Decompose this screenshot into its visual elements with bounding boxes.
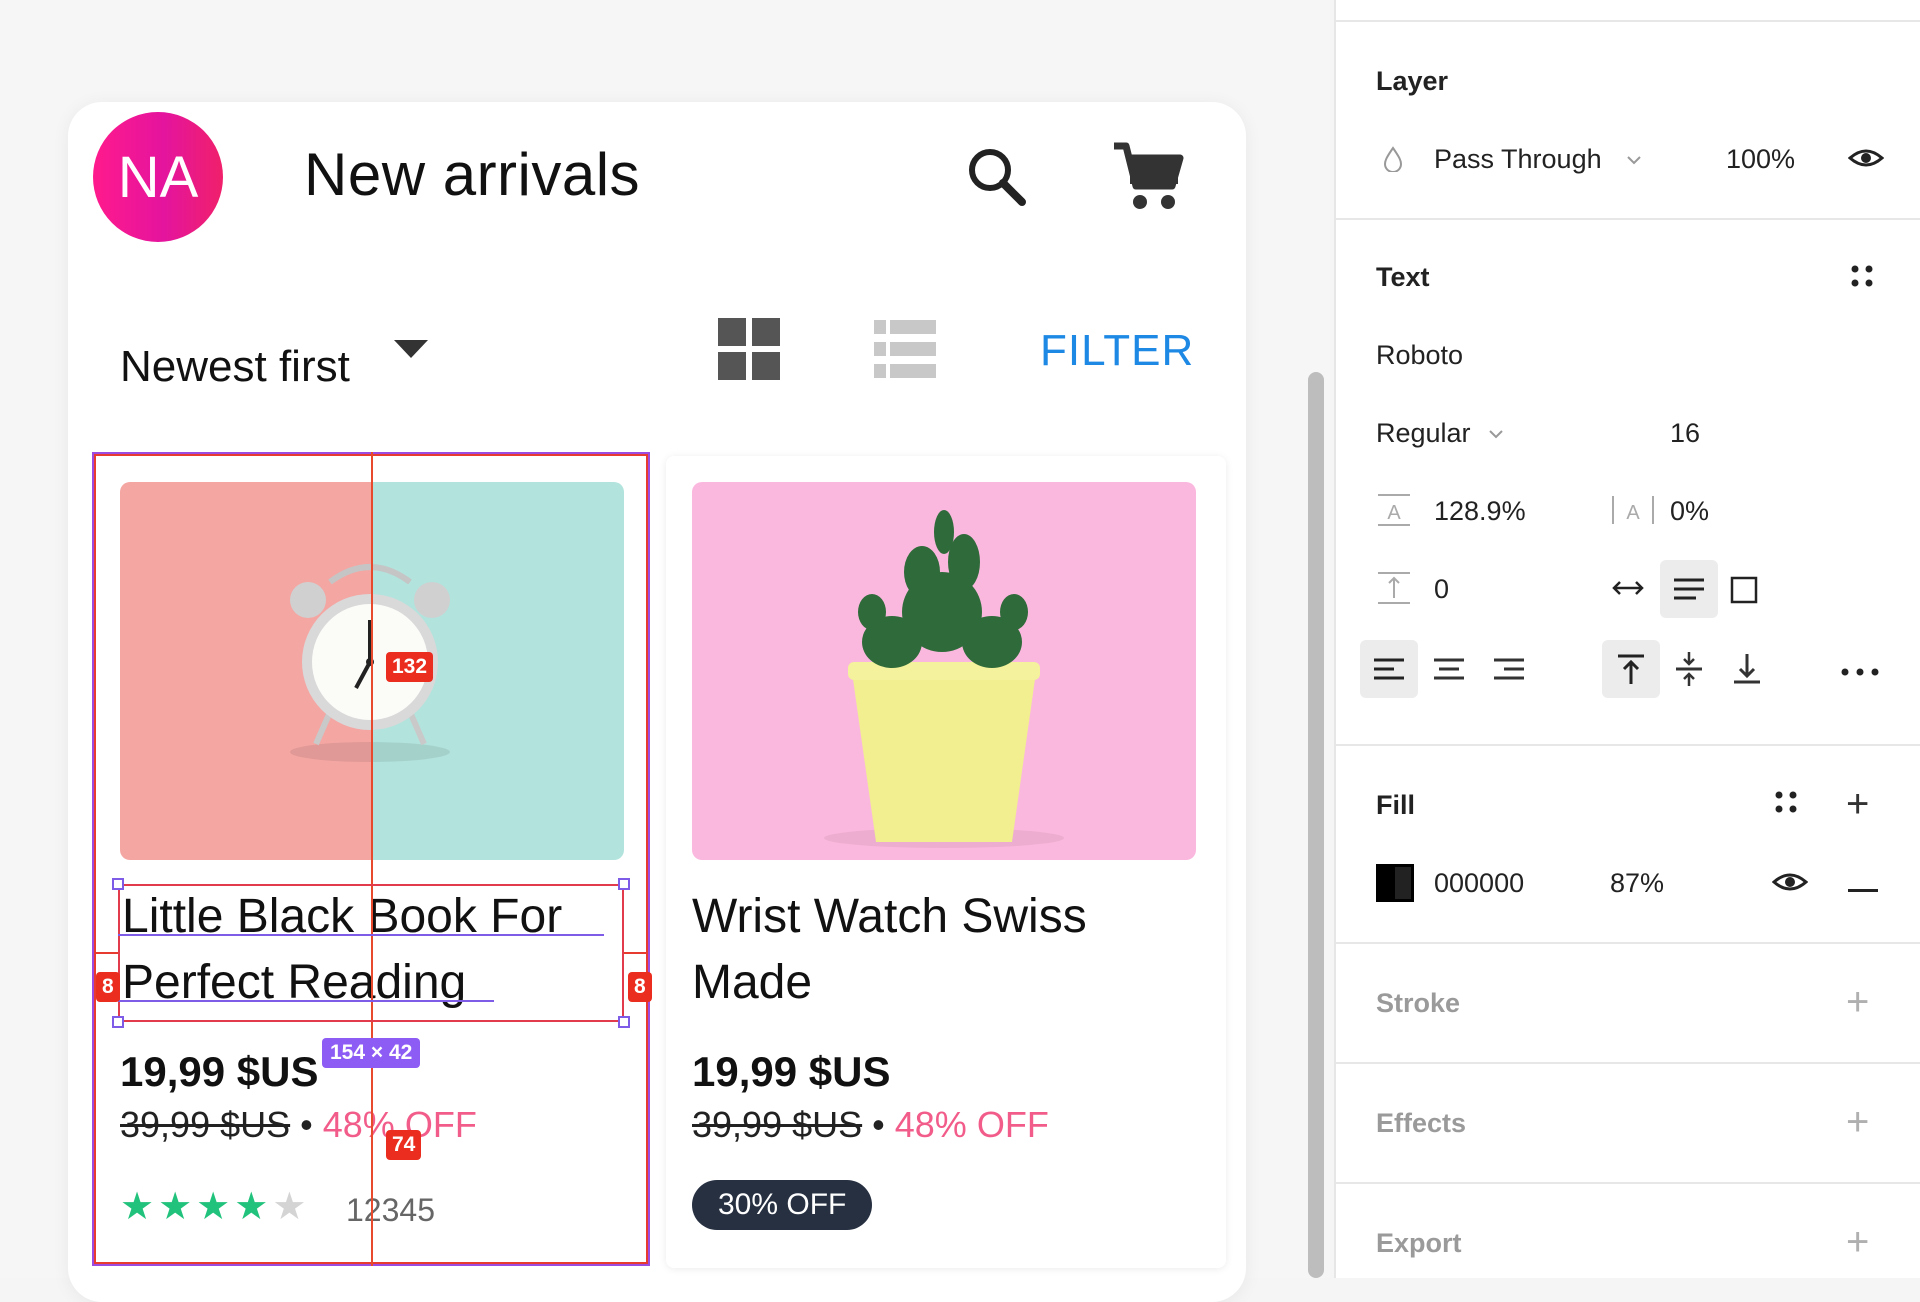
- product-card[interactable]: Wrist Watch Swiss Made 19,99 $US 39,99 $…: [666, 456, 1226, 1268]
- measure-label-bottom: 74: [386, 1130, 422, 1160]
- measure-label-left: 8: [96, 972, 120, 1002]
- add-fill-icon[interactable]: +: [1846, 784, 1869, 824]
- line-height-field[interactable]: 128.9%: [1434, 496, 1526, 527]
- align-center-toggle[interactable]: [1420, 640, 1478, 698]
- chevron-down-icon[interactable]: [1488, 426, 1504, 444]
- section-title: Layer: [1376, 66, 1449, 96]
- styles-grid-icon[interactable]: [1850, 264, 1874, 293]
- discount-label: 48% OFF: [894, 1104, 1049, 1145]
- remove-fill-icon[interactable]: [1848, 880, 1878, 898]
- effects-section: Effects +: [1336, 1064, 1920, 1184]
- old-price-line: 39,99 $US • 48% OFF: [692, 1104, 1049, 1146]
- fixed-size-icon[interactable]: [1730, 576, 1758, 609]
- dimension-label: 154 × 42: [322, 1038, 421, 1068]
- font-size-field[interactable]: 16: [1670, 418, 1700, 449]
- resize-handle[interactable]: [618, 878, 630, 890]
- filter-button[interactable]: FILTER: [1040, 326, 1194, 376]
- more-options-icon[interactable]: [1840, 664, 1880, 682]
- avatar-initials: NA: [117, 144, 199, 210]
- grid-view-icon[interactable]: [718, 318, 780, 385]
- canvas-scrollbar[interactable]: [1308, 372, 1324, 1278]
- page-title: New arrivals: [304, 141, 641, 208]
- align-bottom-toggle[interactable]: [1718, 640, 1776, 698]
- cart-icon[interactable]: [1108, 138, 1188, 218]
- chevron-down-icon[interactable]: [1626, 152, 1642, 170]
- section-title: Stroke: [1376, 988, 1461, 1018]
- app-bar: NA New arrivals: [68, 102, 1246, 262]
- eye-icon[interactable]: [1847, 146, 1885, 175]
- panel-top-divider: [1336, 0, 1920, 22]
- export-section: Export +: [1336, 1184, 1920, 1278]
- color-swatch[interactable]: [1376, 864, 1414, 907]
- product-image: [692, 482, 1196, 860]
- styles-grid-icon[interactable]: [1774, 790, 1798, 819]
- layer-opacity[interactable]: 100%: [1726, 144, 1795, 175]
- section-title: Fill: [1376, 790, 1415, 820]
- paragraph-spacing-field[interactable]: 0: [1434, 574, 1449, 605]
- add-stroke-icon[interactable]: +: [1846, 982, 1869, 1022]
- auto-width-icon[interactable]: [1610, 578, 1646, 603]
- product-title-line1: Wrist Watch Swiss: [692, 890, 1087, 943]
- align-left-toggle[interactable]: [1360, 640, 1418, 698]
- measure-label-top: 132: [386, 652, 434, 682]
- resize-handle[interactable]: [112, 878, 124, 890]
- add-export-icon[interactable]: +: [1846, 1222, 1869, 1262]
- chevron-down-icon[interactable]: [394, 340, 428, 365]
- resize-handle[interactable]: [112, 1016, 124, 1028]
- discount-badge: 30% OFF: [692, 1180, 873, 1230]
- align-top-toggle[interactable]: [1602, 640, 1660, 698]
- svg-text:A: A: [1387, 502, 1401, 524]
- blend-mode-icon: [1382, 146, 1404, 177]
- text-section: Text Roboto Regular 16 A 128.9% A 0% 0: [1336, 220, 1920, 746]
- spacing-guide: [94, 952, 118, 954]
- search-icon[interactable]: [958, 138, 1038, 218]
- line-height-icon: A: [1376, 492, 1412, 533]
- font-family-field[interactable]: Roboto: [1376, 340, 1463, 371]
- align-middle-toggle[interactable]: [1660, 640, 1718, 698]
- design-canvas[interactable]: NA New arrivals Newest first FILTER Litt…: [0, 0, 1330, 1302]
- list-view-icon[interactable]: [874, 320, 936, 383]
- fill-section: Fill + 000000 87%: [1336, 746, 1920, 944]
- svg-text:A: A: [1626, 502, 1640, 524]
- center-guide-line: [371, 452, 373, 1266]
- section-title: Effects: [1376, 1108, 1467, 1138]
- spacing-guide: [624, 952, 648, 954]
- section-title: Text: [1376, 262, 1430, 292]
- letter-spacing-field[interactable]: 0%: [1670, 496, 1709, 527]
- baseline-guide: [118, 934, 604, 936]
- separator-dot: •: [872, 1104, 885, 1145]
- product-title-line2: Made: [692, 956, 813, 1009]
- measure-label-right: 8: [628, 972, 652, 1002]
- layer-section: Layer Pass Through 100%: [1336, 20, 1920, 220]
- eye-icon[interactable]: [1771, 870, 1809, 899]
- stroke-section: Stroke +: [1336, 944, 1920, 1064]
- auto-height-toggle[interactable]: [1660, 560, 1718, 618]
- resize-handle[interactable]: [618, 1016, 630, 1028]
- baseline-guide: [118, 1000, 494, 1002]
- align-right-toggle[interactable]: [1480, 640, 1538, 698]
- section-title: Export: [1376, 1228, 1462, 1258]
- fill-opacity[interactable]: 87%: [1610, 868, 1664, 899]
- font-weight-dropdown[interactable]: Regular: [1376, 418, 1471, 449]
- avatar[interactable]: NA: [93, 112, 223, 242]
- properties-panel: Layer Pass Through 100% Text Roboto Regu…: [1334, 0, 1920, 1278]
- sort-dropdown[interactable]: Newest first: [120, 342, 350, 392]
- product-price: 19,99 $US: [692, 1048, 891, 1095]
- blend-mode-dropdown[interactable]: Pass Through: [1434, 144, 1602, 175]
- fill-color-hex[interactable]: 000000: [1434, 868, 1524, 899]
- add-effect-icon[interactable]: +: [1846, 1102, 1869, 1142]
- old-price: 39,99 $US: [692, 1104, 863, 1145]
- letter-spacing-icon: A: [1610, 492, 1656, 533]
- paragraph-spacing-icon: [1376, 570, 1412, 611]
